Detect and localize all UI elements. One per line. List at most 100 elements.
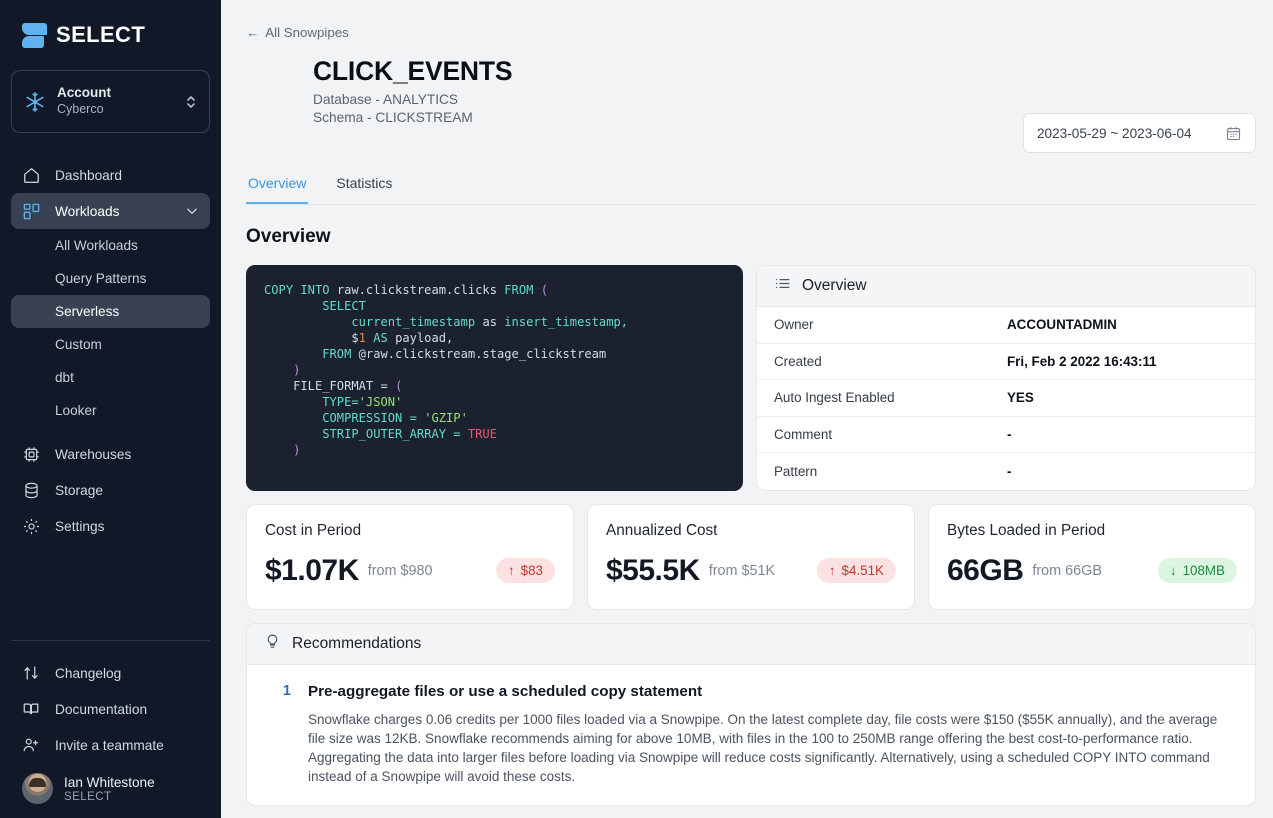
sidebar-item-label: Warehouses <box>55 446 132 462</box>
schema-line: Schema - CLICKSTREAM <box>313 110 473 125</box>
sidebar-item-documentation[interactable]: Documentation <box>11 691 210 727</box>
back-to-all-snowpipes-link[interactable]: ← All Snowpipes <box>246 25 349 40</box>
code-line: SELECT <box>264 298 725 314</box>
tab-overview[interactable]: Overview <box>246 169 309 204</box>
date-range-picker[interactable]: 2023-05-29 ~ 2023-06-04 <box>1023 113 1256 153</box>
metric-previous: from 66GB <box>1032 562 1102 579</box>
sidebar-nav: Dashboard Workloads All Workloads Query … <box>0 157 221 544</box>
sidebar-item-dashboard[interactable]: Dashboard <box>11 157 210 193</box>
code-token: FROM <box>264 347 359 361</box>
code-token: COPY INTO <box>264 283 337 297</box>
overview-row-value: YES <box>1007 390 1034 406</box>
chip-icon <box>22 444 42 464</box>
code-line: FILE_FORMAT = ( <box>264 378 725 394</box>
sidebar-item-invite-teammate[interactable]: Invite a teammate <box>11 727 210 763</box>
avatar <box>22 773 53 804</box>
sidebar-subitem-label: dbt <box>55 370 74 385</box>
lightbulb-icon <box>264 633 281 655</box>
sidebar-item-all-workloads[interactable]: All Workloads <box>11 229 210 262</box>
sidebar-item-label: Documentation <box>55 701 148 717</box>
sidebar-footer: Changelog Documentation Invite a teammat… <box>0 640 221 818</box>
overview-row: COPY INTO raw.clickstream.clicks FROM ( … <box>246 265 1256 491</box>
code-token: ) <box>264 443 301 457</box>
code-token: ( <box>540 283 548 297</box>
user-name: Ian Whitestone <box>64 774 155 790</box>
copy-statement-code-block: COPY INTO raw.clickstream.clicks FROM ( … <box>246 265 743 491</box>
metric-card: Annualized Cost $55.5K from $51K ↑ $4.51K <box>587 503 915 610</box>
calendar-icon[interactable] <box>1225 125 1242 142</box>
overview-row-label: Comment <box>774 426 833 442</box>
sidebar-item-settings[interactable]: Settings <box>11 508 210 544</box>
code-token: raw.clickstream.clicks <box>336 283 505 297</box>
metric-row: $1.07K from $980 ↑ $83 <box>265 554 555 588</box>
sidebar: SELECT Account Cyberco Dashboard Workloa… <box>0 0 221 818</box>
recommendation-title: Pre-aggregate files or use a scheduled c… <box>308 682 703 700</box>
code-line: $1 AS payload, <box>264 330 725 346</box>
account-title: Account <box>57 85 111 101</box>
sidebar-item-storage[interactable]: Storage <box>11 472 210 508</box>
code-token: STRIP_OUTER_ARRAY = <box>264 427 468 441</box>
workloads-icon <box>22 201 42 221</box>
sidebar-item-dbt[interactable]: dbt <box>11 361 210 394</box>
sidebar-item-query-patterns[interactable]: Query Patterns <box>11 262 210 295</box>
code-token: ) <box>264 363 301 377</box>
date-range-value: 2023-05-29 ~ 2023-06-04 <box>1037 125 1192 141</box>
metric-label: Annualized Cost <box>606 521 718 539</box>
tab-label: Statistics <box>336 175 393 191</box>
code-token: $ <box>264 331 359 345</box>
back-link-label: All Snowpipes <box>265 25 349 40</box>
overview-card-header: Overview <box>757 266 1255 307</box>
code-token: FROM <box>504 283 541 297</box>
sidebar-item-warehouses[interactable]: Warehouses <box>11 436 210 472</box>
code-line: ) <box>264 442 725 458</box>
code-token: 1 <box>358 331 374 345</box>
title-block: CLICK_EVENTS Database - ANALYTICS Schema… <box>313 56 1023 125</box>
arrow-down-icon: ↓ <box>1169 563 1177 578</box>
tab-statistics[interactable]: Statistics <box>334 169 394 204</box>
metric-card: Cost in Period $1.07K from $980 ↑ $83 <box>246 503 574 610</box>
metric-row: 66GB from 66GB ↓ 108MB <box>947 554 1237 588</box>
overview-row-label: Created <box>774 353 822 369</box>
metric-label: Bytes Loaded in Period <box>947 521 1106 539</box>
sidebar-item-changelog[interactable]: Changelog <box>11 655 210 691</box>
tab-bar: Overview Statistics <box>246 169 1256 205</box>
account-switcher[interactable]: Account Cyberco <box>11 70 210 133</box>
database-icon <box>22 480 42 500</box>
recommendation-description: Snowflake charges 0.06 credits per 1000 … <box>308 711 1218 784</box>
metric-delta-value: $83 <box>520 563 543 578</box>
user-org: SELECT <box>64 789 112 803</box>
page-header: CLICK_EVENTS Database - ANALYTICS Schema… <box>246 56 1256 153</box>
overview-rows: Owner ACCOUNTADMIN Created Fri, Feb 2 2022 … <box>757 307 1255 490</box>
user-profile[interactable]: Ian Whitestone SELECT <box>0 763 221 804</box>
section-title: Overview <box>246 226 331 247</box>
sidebar-item-serverless[interactable]: Serverless <box>11 295 210 328</box>
database-line: Database - ANALYTICS <box>313 92 459 107</box>
code-token: COMPRESSION = <box>264 411 425 425</box>
code-line: FROM @raw.clickstream.stage_clickstream <box>264 346 725 362</box>
metric-delta-badge: ↑ $83 <box>495 558 555 583</box>
arrow-left-icon: ← <box>246 25 260 40</box>
metric-row: $55.5K from $51K ↑ $4.51K <box>606 554 896 588</box>
code-token: FILE_FORMAT = <box>264 379 396 393</box>
metric-delta-value: 108MB <box>1182 563 1225 578</box>
sidebar-item-workloads[interactable]: Workloads <box>11 193 210 229</box>
overview-row-label: Owner <box>774 317 814 333</box>
account-name: Cyberco <box>57 102 104 117</box>
recommendation-item[interactable]: 1 Pre-aggregate files or use a scheduled … <box>247 665 1255 805</box>
page-title: CLICK_EVENTS <box>313 56 513 86</box>
recommendations-header: Recommendations <box>247 623 1255 665</box>
code-line: STRIP_OUTER_ARRAY = TRUE <box>264 426 725 442</box>
code-token: 'JSON' <box>358 395 403 409</box>
overview-row: Owner ACCOUNTADMIN <box>757 307 1255 344</box>
app-root: SELECT Account Cyberco Dashboard Workloa… <box>0 0 1273 818</box>
user-texts: Ian Whitestone SELECT <box>64 775 155 803</box>
metric-value: $55.5K <box>606 553 700 587</box>
code-token: payload, <box>395 331 454 345</box>
sidebar-item-looker[interactable]: Looker <box>11 394 210 427</box>
tab-label: Overview <box>248 175 307 191</box>
sidebar-item-custom[interactable]: Custom <box>11 328 210 361</box>
arrow-up-icon: ↑ <box>507 563 515 578</box>
brand-logo[interactable]: SELECT <box>0 0 221 48</box>
code-line: TYPE='JSON' <box>264 394 725 410</box>
updown-arrows-icon <box>22 663 42 683</box>
